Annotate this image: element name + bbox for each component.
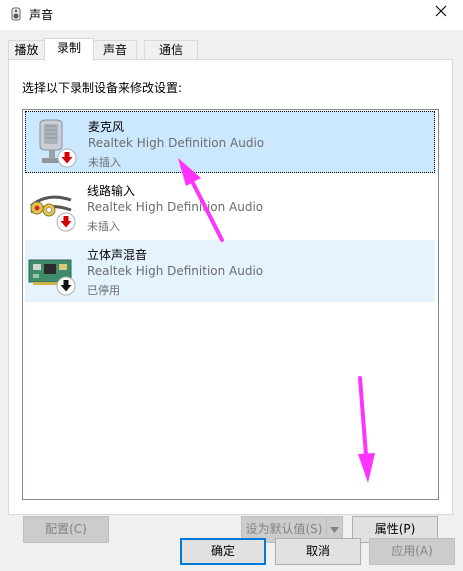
device-name: 麦克风 xyxy=(88,120,125,134)
tab-label: 声音 xyxy=(102,43,127,57)
disabled-badge-icon xyxy=(56,276,76,299)
tab-communications[interactable]: 通信 xyxy=(144,40,198,60)
device-status: 已停用 xyxy=(87,284,120,297)
window-title: 声音 xyxy=(29,8,54,22)
button-label: 应用(A) xyxy=(391,544,433,558)
recording-device-list[interactable]: 麦克风 Realtek High Definition Audio 未插入 线路… xyxy=(22,109,439,500)
device-driver: Realtek High Definition Audio xyxy=(87,264,264,278)
device-status: 未插入 xyxy=(88,156,121,169)
device-item-microphone[interactable]: 麦克风 Realtek High Definition Audio 未插入 xyxy=(25,111,435,173)
device-name: 立体声混音 xyxy=(87,248,148,262)
button-label: 确定 xyxy=(210,544,235,558)
tab-recording[interactable]: 录制 xyxy=(44,38,94,61)
dialog-client-area: 播放 录制 声音 通信 选择以下录制设备来修改设置: 麦克风 Realtek H… xyxy=(0,30,463,571)
button-label: 设为默认值(S) xyxy=(245,522,323,536)
tab-label: 播放 xyxy=(14,43,39,57)
button-label: 配置(C) xyxy=(45,522,87,536)
unplugged-badge-icon xyxy=(57,148,77,171)
cancel-button[interactable]: 取消 xyxy=(275,538,361,565)
recording-tab-panel: 选择以下录制设备来修改设置: 麦克风 Realtek High Definiti… xyxy=(8,59,453,543)
ok-button[interactable]: 确定 xyxy=(180,538,266,565)
instruction-text: 选择以下录制设备来修改设置: xyxy=(22,81,183,95)
speaker-icon xyxy=(8,6,24,22)
title-bar: 声音 xyxy=(0,0,463,30)
device-item-stereo-mix[interactable]: 立体声混音 Realtek High Definition Audio 已停用 xyxy=(25,240,435,302)
device-driver: Realtek High Definition Audio xyxy=(87,200,264,214)
device-driver: Realtek High Definition Audio xyxy=(88,136,265,150)
device-item-line-in[interactable]: 线路输入 Realtek High Definition Audio 未插入 xyxy=(25,176,435,238)
tab-label: 通信 xyxy=(158,43,183,57)
button-label: 取消 xyxy=(305,544,330,558)
button-label: 属性(P) xyxy=(374,522,416,536)
device-status: 未插入 xyxy=(87,220,120,233)
device-name: 线路输入 xyxy=(87,184,136,198)
close-button[interactable] xyxy=(425,0,457,24)
tab-label: 录制 xyxy=(56,41,81,55)
unplugged-badge-icon xyxy=(56,212,76,235)
apply-button[interactable]: 应用(A) xyxy=(369,538,455,565)
tab-sounds[interactable]: 声音 xyxy=(93,40,137,60)
chevron-down-icon xyxy=(330,522,339,536)
configure-button[interactable]: 配置(C) xyxy=(23,516,109,543)
close-icon xyxy=(435,5,447,20)
tab-playback[interactable]: 播放 xyxy=(8,40,45,60)
